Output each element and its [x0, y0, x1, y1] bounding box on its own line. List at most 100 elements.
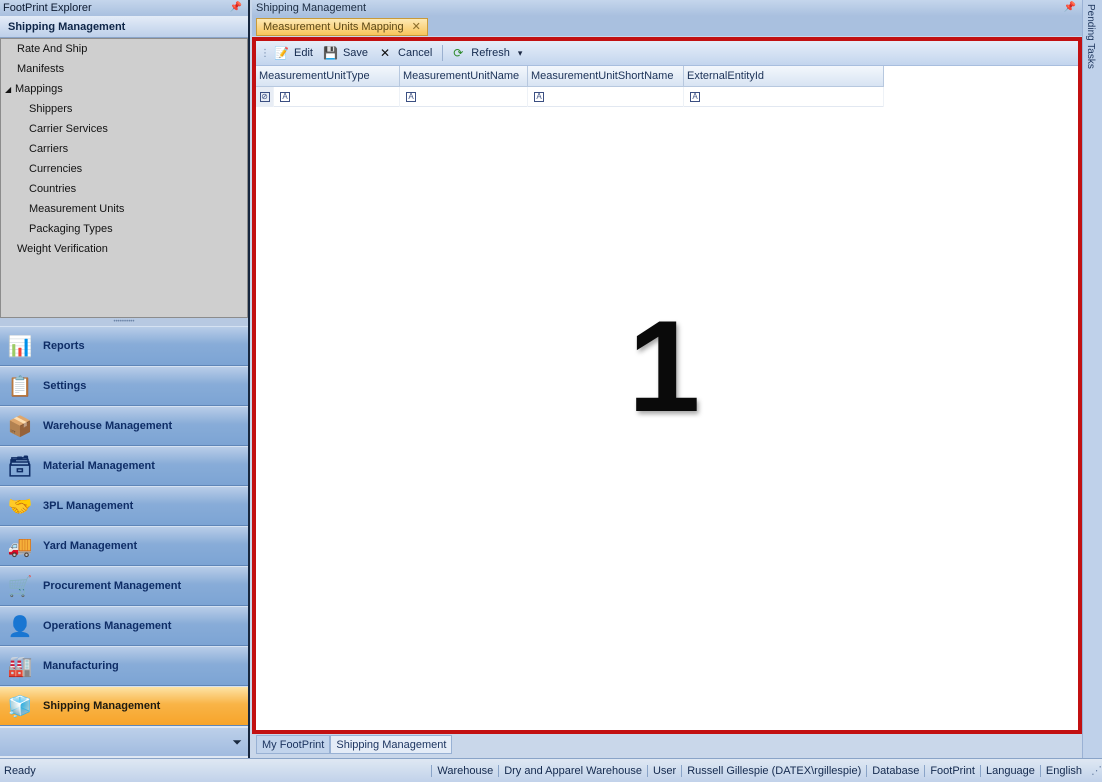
tree-item-carriers[interactable]: Carriers	[1, 139, 247, 159]
status-language-label: Language	[979, 764, 1040, 777]
nav-overflow-menu[interactable]: ⏷	[0, 728, 248, 756]
edit-button[interactable]: 📝 Edit	[274, 46, 313, 60]
tree-item-weight-verification[interactable]: Weight Verification	[1, 239, 247, 259]
chevron-down-icon[interactable]: ⏷	[232, 735, 242, 749]
nav-button-label: Manufacturing	[43, 660, 119, 672]
nav-button-manufacturing[interactable]: 🏭 Manufacturing	[0, 646, 248, 686]
document-title-bar: Shipping Management 📌	[252, 0, 1082, 16]
tree-item-mappings[interactable]: ◢ Mappings	[1, 79, 247, 99]
text-filter-icon[interactable]: A	[406, 92, 416, 102]
resize-grip-icon[interactable]: ⋰	[1091, 764, 1102, 777]
status-ready: Ready	[4, 764, 36, 777]
status-warehouse-value: Dry and Apparel Warehouse	[498, 764, 647, 777]
tree-item-rate-and-ship[interactable]: Rate And Ship	[1, 39, 247, 59]
status-database-label: Database	[866, 764, 924, 777]
tree-item-shippers[interactable]: Shippers	[1, 99, 247, 119]
document-title: Shipping Management	[256, 2, 367, 14]
filter-cell-measurement-unit-short-name[interactable]: A	[528, 87, 684, 107]
status-bar: Ready Warehouse Dry and Apparel Warehous…	[0, 758, 1102, 782]
explorer-title: FootPrint Explorer	[3, 2, 92, 14]
filter-row: ⊘ A A A A	[256, 87, 884, 107]
nav-button-yard-management[interactable]: 🚚 Yard Management	[0, 526, 248, 566]
save-label: Save	[342, 47, 369, 59]
column-header-measurement-unit-name[interactable]: MeasurementUnitName	[400, 66, 528, 87]
procurement-icon: 🛒	[7, 575, 33, 598]
nav-button-label: Operations Management	[43, 620, 172, 632]
column-header-measurement-unit-short-name[interactable]: MeasurementUnitShortName	[528, 66, 684, 87]
nav-button-operations-management[interactable]: 👤 Operations Management	[0, 606, 248, 646]
nav-button-shipping-management[interactable]: 🧊 Shipping Management	[0, 686, 248, 726]
tree-item-manifests[interactable]: Manifests	[1, 59, 247, 79]
refresh-button[interactable]: ⟳ Refresh	[451, 46, 510, 60]
refresh-icon: ⟳	[453, 46, 464, 60]
filter-cell-measurement-unit-type[interactable]: A	[274, 87, 400, 107]
status-database-value: FootPrint	[924, 764, 980, 777]
pending-tasks-tab[interactable]: Pending Tasks	[1085, 4, 1096, 69]
side-rail: Pending Tasks	[1082, 0, 1102, 758]
text-filter-icon[interactable]: A	[534, 92, 544, 102]
tree-item-packaging-types[interactable]: Packaging Types	[1, 219, 247, 239]
tab-my-footprint[interactable]: My FootPrint	[256, 735, 331, 754]
tree-item-currencies[interactable]: Currencies	[1, 159, 247, 179]
tree-item-countries[interactable]: Countries	[1, 179, 247, 199]
pin-icon[interactable]: 📌	[1064, 0, 1076, 16]
save-button[interactable]: 💾 Save	[323, 46, 368, 60]
document-tab-strip: Measurement Units Mapping ✕	[252, 16, 1082, 36]
callout-number: 1	[628, 293, 701, 439]
nav-button-label: Shipping Management	[43, 700, 161, 712]
tree-item-label: Mappings	[15, 83, 63, 95]
explorer-title-bar: FootPrint Explorer 📌	[0, 0, 248, 16]
highlighted-region: ⋮ 📝 Edit 💾 Save ✕ Cancel ⟳ Refresh ▾ Measure…	[252, 37, 1082, 734]
text-filter-icon[interactable]: A	[690, 92, 700, 102]
nav-button-label: Warehouse Management	[43, 420, 173, 432]
filter-cell-external-entity-id[interactable]: A	[684, 87, 884, 107]
tree-item-measurement-units[interactable]: Measurement Units	[1, 199, 247, 219]
explorer-section-header[interactable]: Shipping Management	[0, 16, 248, 38]
expand-arrow-icon[interactable]: ◢	[5, 80, 15, 100]
nav-button-material-management[interactable]: 🗃 Material Management	[0, 446, 248, 486]
toolbar-overflow-icon[interactable]: ▾	[518, 48, 523, 59]
nav-button-warehouse-management[interactable]: 📦 Warehouse Management	[0, 406, 248, 446]
text-filter-icon[interactable]: A	[280, 92, 290, 102]
status-user-value: Russell Gillespie (DATEX\rgillespie)	[681, 764, 866, 777]
material-icon: 🗃	[7, 455, 33, 478]
pin-icon[interactable]: 📌	[230, 0, 242, 16]
tab-measurement-units-mapping[interactable]: Measurement Units Mapping ✕	[256, 18, 428, 36]
column-header-external-entity-id[interactable]: ExternalEntityId	[684, 66, 884, 87]
tree-item-carrier-services[interactable]: Carrier Services	[1, 119, 247, 139]
column-header-measurement-unit-type[interactable]: MeasurementUnitType	[256, 66, 400, 87]
filter-cell-measurement-unit-name[interactable]: A	[400, 87, 528, 107]
manufacturing-icon: 🏭	[7, 655, 33, 678]
nav-button-3pl-management[interactable]: 🤝 3PL Management	[0, 486, 248, 526]
clear-filter-icon[interactable]: ⊘	[259, 92, 270, 102]
nav-button-label: Settings	[43, 380, 87, 392]
operations-icon: 👤	[7, 615, 33, 638]
main-area: Shipping Management 📌 Measurement Units …	[252, 0, 1082, 758]
toolbar-grip[interactable]: ⋮	[260, 48, 270, 59]
data-grid: MeasurementUnitType MeasurementUnitName …	[256, 66, 884, 107]
nav-button-settings[interactable]: 📋 Settings	[0, 366, 248, 406]
warehouse-icon: 📦	[7, 415, 33, 438]
nav-button-label: Yard Management	[43, 540, 138, 552]
panel-splitter[interactable]: ••••••••••	[0, 318, 248, 326]
nav-button-label: 3PL Management	[43, 500, 134, 512]
explorer-panel: FootPrint Explorer 📌 Shipping Management…	[0, 0, 250, 758]
nav-button-label: Procurement Management	[43, 580, 182, 592]
settings-icon: 📋	[7, 375, 33, 398]
edit-icon: 📝	[274, 46, 289, 60]
cancel-label: Cancel	[398, 47, 433, 59]
3pl-icon: 🤝	[7, 495, 33, 518]
row-selector[interactable]: ⊘	[256, 87, 274, 107]
status-warehouse-label: Warehouse	[431, 764, 498, 777]
status-user-label: User	[646, 764, 681, 777]
nav-button-reports[interactable]: 📊 Reports	[0, 326, 248, 366]
edit-label: Edit	[294, 47, 313, 59]
tab-shipping-management[interactable]: Shipping Management	[330, 735, 453, 754]
toolbar-separator	[442, 45, 444, 61]
status-language-value: English	[1039, 764, 1087, 777]
close-icon[interactable]: ✕	[412, 21, 421, 33]
nav-button-procurement-management[interactable]: 🛒 Procurement Management	[0, 566, 248, 606]
cancel-button[interactable]: ✕ Cancel	[378, 46, 432, 60]
shipping-icon: 🧊	[7, 695, 33, 718]
bottom-tab-strip: My FootPrint Shipping Management	[256, 735, 453, 755]
